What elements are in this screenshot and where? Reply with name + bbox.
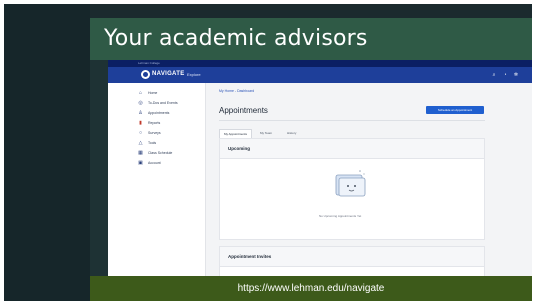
sidebar-item-reports[interactable]: ▮ Reports <box>138 120 160 126</box>
sidebar-item-appointments[interactable]: ♙ Appointments <box>138 110 169 116</box>
url-caption[interactable]: https://www.lehman.edu/navigate <box>90 276 532 301</box>
calendar-icon: ▦ <box>138 149 143 156</box>
search-icon: ○ <box>138 129 143 136</box>
topbar-text: Lehman College <box>138 61 160 65</box>
schedule-appointment-button[interactable]: Schedule an Appointment <box>426 106 484 114</box>
tab-my-appointments[interactable]: My Appointments <box>219 129 253 138</box>
account-icon: ▣ <box>138 159 143 166</box>
sidebar-item-class-schedule[interactable]: ▦ Class Schedule <box>138 150 172 156</box>
appointment-invites-card: Appointment Invites <box>219 246 485 276</box>
sidebar-item-label: Tools <box>148 141 157 145</box>
navigate-screenshot: Lehman College NAVIGATE Explore ⌕ ◔ ✲ ⌂ … <box>108 60 532 276</box>
sidebar-item-home[interactable]: ⌂ Home <box>138 90 157 96</box>
slide-accent <box>90 60 108 301</box>
card-title: Appointment Invites <box>228 254 272 259</box>
app-topbar: Lehman College <box>108 60 532 67</box>
upcoming-card: Upcoming No Upcoming Appointments Yet <box>219 138 485 240</box>
gear-icon[interactable]: ✲ <box>513 72 519 78</box>
tools-icon: △ <box>138 139 143 146</box>
card-header: Appointment Invites <box>220 247 484 267</box>
navigate-logo-icon[interactable] <box>141 70 150 79</box>
sidebar-item-tools[interactable]: △ Tools <box>138 139 157 146</box>
sidebar-item-label: Account <box>148 161 161 165</box>
person-icon: ♙ <box>138 109 143 116</box>
navigate-logo-text[interactable]: NAVIGATE <box>152 71 185 77</box>
tab-history[interactable]: History <box>283 129 300 138</box>
slide-title: Your academic advisors <box>104 26 368 51</box>
sidebar-item-label: Reports <box>148 121 161 125</box>
check-icon: ◎ <box>138 99 143 106</box>
sidebar-item-label: Class Schedule <box>148 151 173 155</box>
sidebar-item-todos[interactable]: ◎ To-Dos and Events <box>138 99 178 106</box>
sidebar: ⌂ Home ◎ To-Dos and Events ♙ Appointment… <box>108 83 206 276</box>
page-title: Appointments <box>219 106 268 115</box>
empty-folder-icon <box>335 170 366 197</box>
breadcrumb[interactable]: My Home - Dashboard <box>219 89 254 93</box>
tab-my-team[interactable]: My Team <box>256 129 276 138</box>
sidebar-item-label: Surveys <box>148 131 161 135</box>
bell-icon[interactable]: ◔ <box>502 72 508 78</box>
slide-left-bar <box>4 4 90 301</box>
sidebar-item-label: Home <box>148 91 158 95</box>
empty-state-text: No Upcoming Appointments Yet <box>319 214 362 218</box>
sidebar-item-label: Appointments <box>148 111 170 115</box>
divider <box>219 120 485 121</box>
sidebar-item-surveys[interactable]: ○ Surveys <box>138 130 161 136</box>
sidebar-item-label: To-Dos and Events <box>148 101 178 105</box>
home-icon: ⌂ <box>138 89 143 96</box>
flag-icon: ▮ <box>139 119 142 126</box>
sidebar-item-account[interactable]: ▣ Account <box>138 160 161 166</box>
nav-explore-link[interactable]: Explore <box>187 72 201 77</box>
slide: Your academic advisors Lehman College NA… <box>4 4 532 301</box>
card-title: Upcoming <box>228 146 250 151</box>
search-icon[interactable]: ⌕ <box>491 72 497 78</box>
card-header: Upcoming <box>220 139 484 159</box>
